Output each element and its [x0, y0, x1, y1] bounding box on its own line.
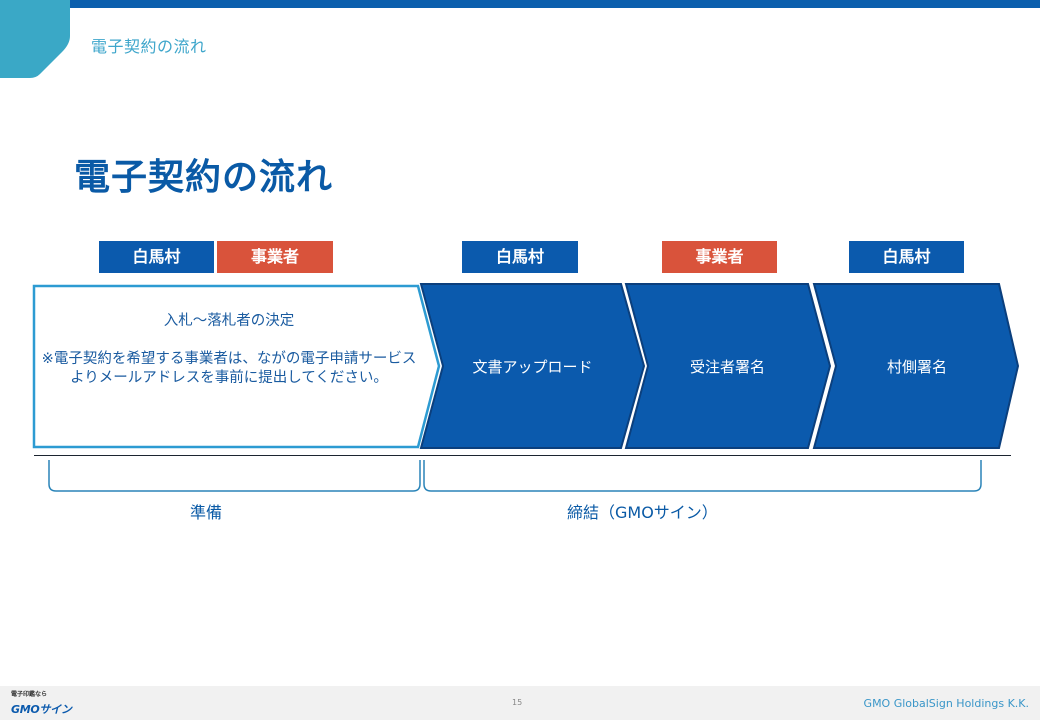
bracket-preparation [48, 460, 421, 492]
page-title: 電子契約の流れ [74, 157, 334, 198]
logo-tagline: 電子印鑑なら [11, 691, 48, 698]
step-1-content: 入札～落札者の決定 ※電子契約を希望する事業者は、ながの電子申請サービスよりメー… [40, 312, 418, 388]
bracket-signing [423, 460, 982, 492]
top-accent-bar [0, 0, 1040, 8]
step-1-note: ※電子契約を希望する事業者は、ながの電子申請サービスよりメールアドレスを事前に提… [41, 351, 417, 386]
section-title: 電子契約の流れ [91, 37, 207, 56]
badge-village: 白馬村 [99, 241, 214, 273]
company-name: GMO GlobalSign Holdings K.K. [863, 697, 1029, 710]
phase-label-preparation: 準備 [190, 503, 223, 522]
badge-village: 白馬村 [462, 241, 578, 273]
step-3-label: 受注者署名 [689, 357, 765, 376]
page-number: 15 [512, 698, 523, 707]
timeline-divider [34, 455, 1011, 456]
logo-text: GMOサイン [11, 703, 72, 716]
badge-village: 白馬村 [849, 241, 964, 273]
gmo-sign-logo: 電子印鑑なら GMOサイン [11, 692, 72, 716]
step-1-title: 入札～落札者の決定 [163, 313, 295, 329]
badge-business: 事業者 [662, 241, 777, 273]
step-4-label: 村側署名 [886, 357, 947, 376]
step-2-label: 文書アップロード [472, 357, 593, 376]
corner-decoration [0, 0, 70, 78]
badge-business: 事業者 [217, 241, 333, 273]
phase-label-signing: 締結（GMOサイン） [567, 503, 718, 522]
